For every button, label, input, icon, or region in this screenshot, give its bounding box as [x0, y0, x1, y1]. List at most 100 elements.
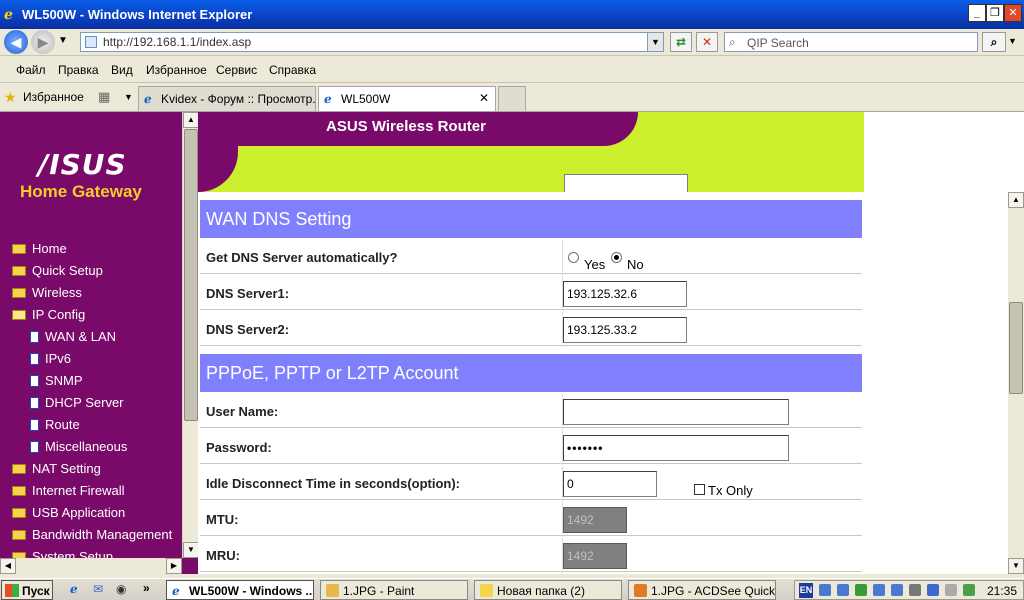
scroll-up-icon[interactable]: ▲: [1008, 192, 1024, 208]
folder-icon: [12, 464, 26, 474]
search-button[interactable]: ⌕: [982, 32, 1006, 52]
page-vscrollbar[interactable]: ▲ ▼: [1008, 192, 1024, 574]
address-field[interactable]: http://192.168.1.1/index.asp ▼: [80, 32, 664, 52]
nav-ip-config[interactable]: IP Config: [12, 307, 85, 322]
tab-wl500w[interactable]: ℯ WL500W ✕: [318, 86, 496, 111]
password-input[interactable]: •••••••: [563, 435, 789, 461]
media-player-icon[interactable]: ◉: [116, 582, 126, 596]
nav-label: SNMP: [45, 373, 83, 388]
close-button[interactable]: ✕: [1004, 4, 1022, 22]
idle-input[interactable]: 0: [563, 471, 657, 497]
search-input[interactable]: ⌕ QIP Search: [724, 32, 978, 52]
nav-quick-setup[interactable]: Quick Setup: [12, 263, 103, 278]
nav-miscellaneous[interactable]: Miscellaneous: [30, 439, 127, 454]
network-icon[interactable]: [873, 584, 885, 596]
quicklaunch-more-icon[interactable]: »: [143, 581, 150, 595]
clock[interactable]: 21:35: [987, 584, 1017, 598]
scroll-down-icon[interactable]: ▼: [183, 542, 198, 558]
nav-ipv6[interactable]: IPv6: [30, 351, 71, 366]
tab-close-icon[interactable]: ✕: [479, 91, 489, 105]
restore-button[interactable]: ❐: [986, 4, 1004, 22]
menu-tools[interactable]: Сервис: [216, 63, 257, 77]
back-button[interactable]: ◀: [4, 30, 28, 54]
tx-only-label: Tx Only: [708, 483, 753, 498]
tray-app-icon[interactable]: [909, 584, 921, 596]
tab-kvidex[interactable]: ℯ Kvidex - Форум :: Просмотр...: [138, 86, 316, 111]
tab-list-dropdown-icon[interactable]: ▼: [124, 92, 133, 102]
partial-input-field[interactable]: [564, 174, 688, 192]
new-tab-button[interactable]: [498, 86, 526, 111]
outlook-quicklaunch-icon[interactable]: ✉: [93, 582, 103, 596]
nav-nat-setting[interactable]: NAT Setting: [12, 461, 101, 476]
nav-vscrollbar[interactable]: ▲ ▼: [182, 112, 198, 558]
nav-label: DHCP Server: [45, 395, 124, 410]
nav-dhcp-server[interactable]: DHCP Server: [30, 395, 124, 410]
nav-usb-application[interactable]: USB Application: [12, 505, 125, 520]
address-dropdown-icon[interactable]: ▼: [647, 33, 663, 51]
task-acdsee[interactable]: 1.JPG - ACDSee Quick ...: [628, 580, 776, 600]
search-icon: ⌕: [729, 35, 736, 49]
tray-app-icon[interactable]: [855, 584, 867, 596]
menu-file[interactable]: Файл: [16, 63, 46, 77]
network-icon[interactable]: [837, 584, 849, 596]
quick-tabs-icon[interactable]: ▦: [98, 89, 110, 105]
start-button[interactable]: Пуск: [1, 580, 53, 600]
network-icon[interactable]: [819, 584, 831, 596]
folder-open-icon: [12, 310, 26, 320]
taskbar: Пуск ℯ ✉ ◉ » ℯ WL500W - Windows ... 1.JP…: [0, 578, 1024, 600]
menu-edit[interactable]: Правка: [58, 63, 99, 77]
dns2-input[interactable]: 193.125.33.2: [563, 317, 687, 343]
document-icon: [30, 419, 39, 431]
menu-bar: Файл Правка Вид Избранное Сервис Справка: [0, 57, 1024, 83]
menu-favorites[interactable]: Избранное: [146, 63, 207, 77]
network-icon[interactable]: [891, 584, 903, 596]
forward-button[interactable]: ▶: [31, 30, 55, 54]
tray-app-icon[interactable]: [963, 584, 975, 596]
acdsee-icon: [634, 584, 647, 597]
scroll-right-icon[interactable]: ▶: [166, 558, 182, 574]
scroll-left-icon[interactable]: ◀: [0, 558, 16, 574]
task-folder[interactable]: Новая папка (2): [474, 580, 622, 600]
task-paint[interactable]: 1.JPG - Paint: [320, 580, 468, 600]
mru-label: MRU:: [206, 548, 240, 563]
language-indicator[interactable]: EN: [799, 583, 813, 598]
nav-wireless[interactable]: Wireless: [12, 285, 82, 300]
favorites-label[interactable]: Избранное: [23, 90, 84, 104]
nav-bandwidth-management[interactable]: Bandwidth Management: [12, 527, 172, 542]
dns-auto-yes-radio[interactable]: [568, 252, 579, 263]
tray-app-icon[interactable]: [927, 584, 939, 596]
dns-auto-no-label: No: [627, 257, 644, 272]
row-dns2: DNS Server2: 193.125.33.2: [200, 311, 862, 347]
nav-hscrollbar[interactable]: ◀ ▶: [0, 558, 182, 574]
minimize-button[interactable]: _: [968, 4, 986, 22]
mtu-input[interactable]: 1492: [563, 507, 627, 533]
ie-page-icon: ℯ: [144, 92, 152, 106]
tx-only-checkbox[interactable]: [694, 484, 705, 495]
task-ie[interactable]: ℯ WL500W - Windows ...: [166, 580, 314, 600]
menu-view[interactable]: Вид: [111, 63, 133, 77]
nav-snmp[interactable]: SNMP: [30, 373, 83, 388]
scroll-thumb[interactable]: [184, 129, 198, 421]
dns1-input[interactable]: 193.125.32.6: [563, 281, 687, 307]
window-title: WL500W - Windows Internet Explorer: [22, 7, 253, 22]
nav-internet-firewall[interactable]: Internet Firewall: [12, 483, 124, 498]
favorites-star-icon[interactable]: ★: [4, 89, 17, 106]
scroll-down-icon[interactable]: ▼: [1008, 558, 1024, 574]
nav-label: IPv6: [45, 351, 72, 366]
document-icon: [30, 331, 39, 343]
dns-auto-no-radio[interactable]: [611, 252, 622, 263]
nav-home[interactable]: Home: [12, 241, 67, 256]
menu-help[interactable]: Справка: [269, 63, 316, 77]
search-options-icon[interactable]: ▼: [1008, 36, 1017, 46]
username-input[interactable]: [563, 399, 789, 425]
history-dropdown-icon[interactable]: ▼: [58, 35, 68, 46]
scroll-thumb[interactable]: [1009, 302, 1023, 394]
tray-app-icon[interactable]: [945, 584, 957, 596]
scroll-up-icon[interactable]: ▲: [183, 112, 198, 128]
stop-button[interactable]: ✕: [696, 32, 718, 52]
mru-input[interactable]: 1492: [563, 543, 627, 569]
ie-quicklaunch-icon[interactable]: ℯ: [70, 582, 78, 596]
refresh-button[interactable]: ⇄: [670, 32, 692, 52]
nav-route[interactable]: Route: [30, 417, 80, 432]
nav-wan-lan[interactable]: WAN & LAN: [30, 329, 116, 344]
